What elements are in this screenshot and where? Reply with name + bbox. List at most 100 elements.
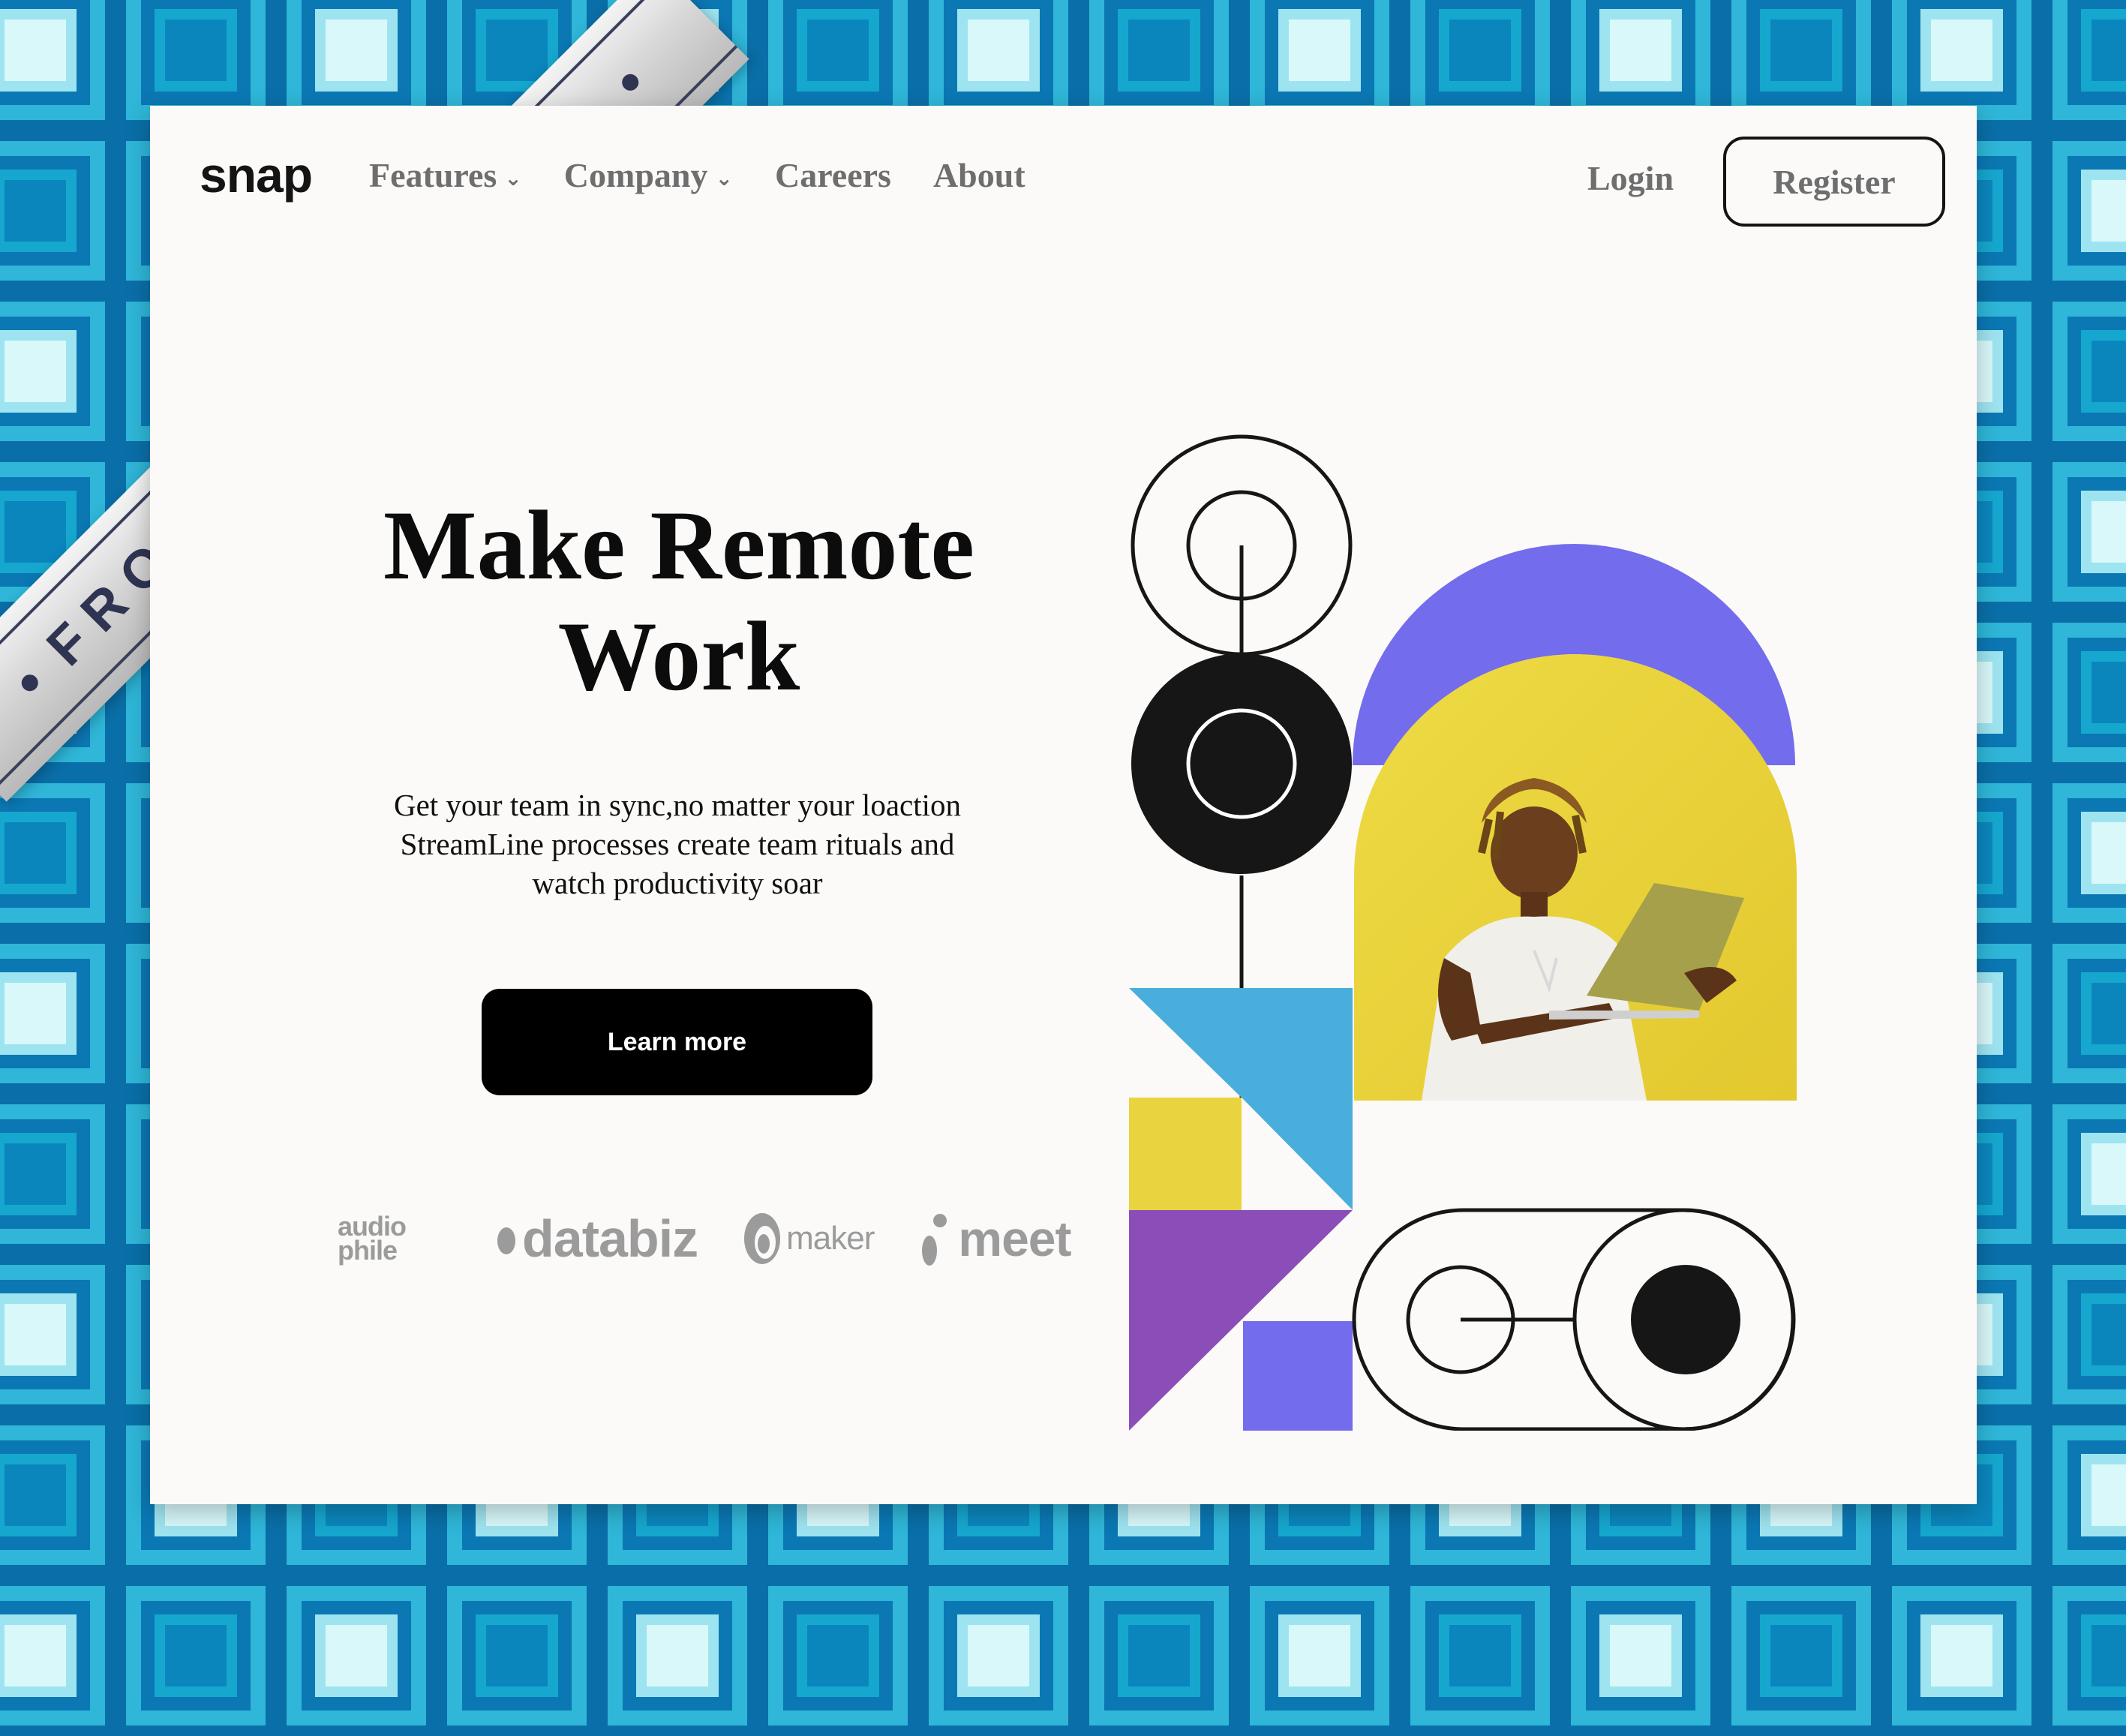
- background-tile-ring: [2091, 662, 2126, 723]
- background-tile: [276, 1575, 437, 1736]
- background-tile: [1560, 1575, 1721, 1736]
- hero-title-line: Work: [557, 601, 800, 711]
- background-tile: [758, 1575, 918, 1736]
- background-tile-ring: [2091, 180, 2126, 242]
- login-link[interactable]: Login: [1587, 158, 1674, 198]
- background-tile: [0, 131, 116, 291]
- background-tile-ring: [647, 1625, 708, 1686]
- background-tile: [1239, 1575, 1400, 1736]
- maker-logo: maker: [743, 1211, 875, 1266]
- databiz-mark-icon: [497, 1227, 515, 1254]
- nav-item-features[interactable]: Features ⌄: [369, 155, 522, 195]
- person-with-laptop-photo: [1354, 654, 1797, 1101]
- background-tile-ring: [968, 20, 1029, 81]
- background-tile-ring: [326, 1625, 387, 1686]
- background-tile: [116, 1575, 276, 1736]
- background-tile-ring: [5, 180, 66, 242]
- background-tile: [2042, 291, 2126, 452]
- background-tile-ring: [5, 1464, 66, 1526]
- background-tile-ring: [165, 1625, 227, 1686]
- background-tile-ring: [1610, 1625, 1671, 1686]
- nav-item-company[interactable]: Company ⌄: [564, 155, 733, 195]
- background-tile-ring: [5, 983, 66, 1044]
- background-tile-ring: [2091, 1464, 2126, 1526]
- background-tile: [2042, 1575, 2126, 1736]
- background-tile: [1721, 1575, 1881, 1736]
- outlined-circle-shape: [1131, 434, 1353, 656]
- background-tile-ring: [1289, 20, 1350, 81]
- background-tile: [0, 1094, 116, 1254]
- audiophile-logo-line: phile: [338, 1235, 398, 1266]
- hero-subtitle-line: Get your team in sync,no matter your loa…: [393, 788, 962, 822]
- brand-logo[interactable]: snap: [200, 146, 313, 203]
- background-tile: [2042, 1094, 2126, 1254]
- background-tile-ring: [5, 501, 66, 563]
- background-tile-ring: [2091, 501, 2126, 563]
- background-tile-ring: [165, 20, 227, 81]
- purple-square-shape: [1243, 1321, 1353, 1431]
- background-tile: [0, 1415, 116, 1575]
- background-tile: [2042, 452, 2126, 612]
- nav-item-label: About: [932, 156, 1025, 194]
- background-tile-ring: [5, 1304, 66, 1365]
- hero-subtitle: Get your team in sync,no matter your loa…: [338, 785, 1017, 903]
- maker-logo-text: maker: [786, 1220, 875, 1257]
- background-tile-ring: [5, 822, 66, 884]
- nav-item-label: Company: [563, 156, 708, 194]
- nav-item-about[interactable]: About: [933, 155, 1025, 195]
- yellow-square-shape: [1129, 1098, 1242, 1210]
- background-tile: [1400, 1575, 1560, 1736]
- hero-illustration: [1129, 434, 1797, 1431]
- background-tile-ring: [2091, 983, 2126, 1044]
- background-tile-ring: [2091, 20, 2126, 81]
- databiz-logo-text: databiz: [522, 1209, 698, 1268]
- background-tile-ring: [968, 1625, 1029, 1686]
- background-tile: [2042, 773, 2126, 933]
- background-tile: [2042, 1415, 2126, 1575]
- background-tile-ring: [5, 341, 66, 402]
- background-tile-ring: [5, 1143, 66, 1205]
- background-tile-ring: [2091, 1625, 2126, 1686]
- background-tile: [2042, 131, 2126, 291]
- nav-item-careers[interactable]: Careers: [775, 155, 891, 195]
- learn-more-button[interactable]: Learn more: [482, 989, 872, 1095]
- background-tile-ring: [1770, 20, 1832, 81]
- hero-subtitle-line: StreamLine processes create team rituals…: [400, 827, 955, 861]
- background-tile: [0, 1575, 116, 1736]
- background-tile-ring: [2091, 822, 2126, 884]
- background-tile: [597, 1575, 758, 1736]
- maker-mark-icon: [744, 1213, 781, 1264]
- meet-mark-icon: [922, 1214, 947, 1266]
- hero-subtitle-line: watch productivity soar: [532, 866, 823, 900]
- nav-item-label: Features: [369, 156, 497, 194]
- background-tile: [0, 291, 116, 452]
- ribbon-dot-icon: [618, 70, 643, 95]
- meet-logo-text: meet: [958, 1211, 1071, 1266]
- background-tile-ring: [5, 20, 66, 81]
- background-tile: [1881, 1575, 2042, 1736]
- background-tile: [0, 0, 116, 131]
- background-tile-ring: [1449, 20, 1511, 81]
- background-tile-ring: [2091, 1304, 2126, 1365]
- background-tile: [2042, 0, 2126, 131]
- background-tile-ring: [1128, 20, 1190, 81]
- background-tile: [0, 1254, 116, 1415]
- ribbon-dot-icon: [17, 671, 42, 695]
- background-tile: [0, 773, 116, 933]
- hero-title-line: Make Remote: [383, 490, 974, 600]
- background-tile-ring: [1931, 1625, 1992, 1686]
- background-tile: [2042, 1254, 2126, 1415]
- background-tile: [2042, 933, 2126, 1094]
- blue-triangle-shape: [1129, 988, 1242, 1098]
- main-nav: Features ⌄ Company ⌄ Careers About: [369, 155, 1025, 195]
- background-tile: [437, 1575, 597, 1736]
- audiophile-logo: audio phile: [338, 1213, 450, 1266]
- register-button[interactable]: Register: [1723, 137, 1945, 227]
- background-tile: [1079, 1575, 1239, 1736]
- background-tile-ring: [486, 1625, 548, 1686]
- background-tile-ring: [2091, 1143, 2126, 1205]
- background-tile-ring: [326, 20, 387, 81]
- background-tile-ring: [486, 20, 548, 81]
- background-tile-ring: [2091, 341, 2126, 402]
- background-tile: [2042, 612, 2126, 773]
